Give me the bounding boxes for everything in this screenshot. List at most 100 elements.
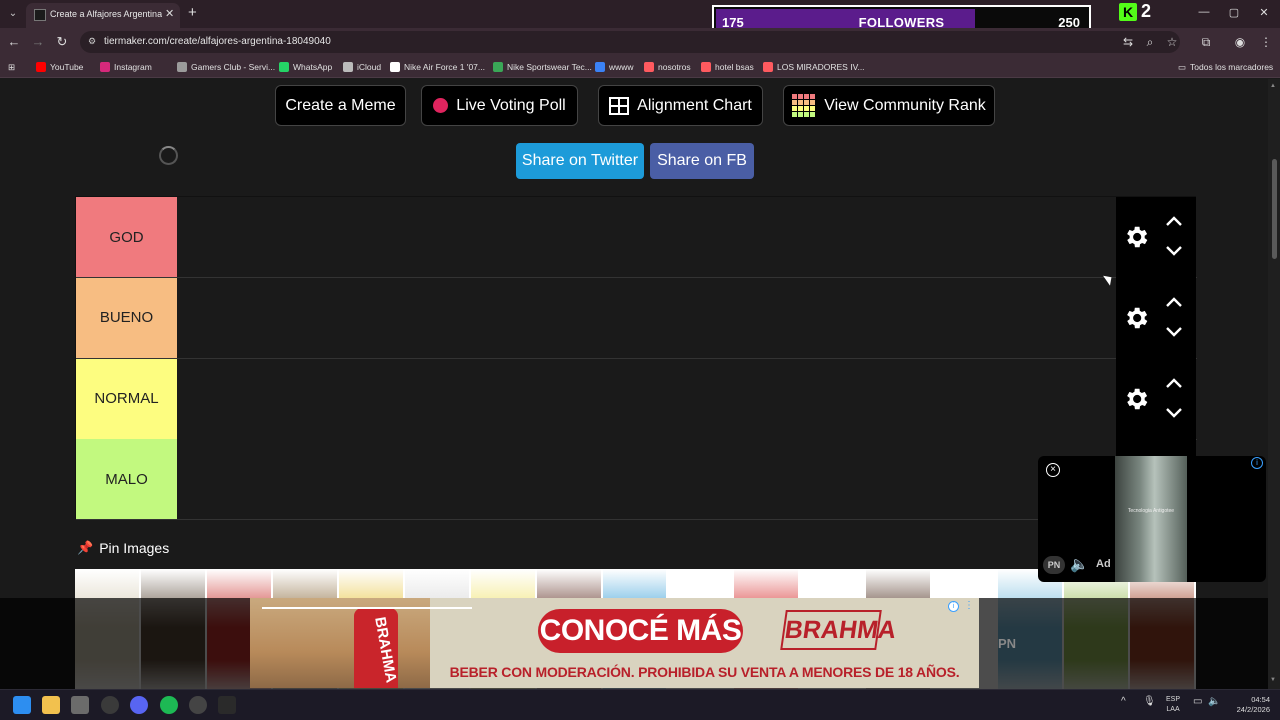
steam-icon[interactable]	[189, 696, 207, 714]
bookmark-item[interactable]: nosotros	[644, 60, 691, 74]
move-tier-down-icon[interactable]	[1164, 324, 1184, 340]
bookmark-item[interactable]: WhatsApp	[279, 60, 332, 74]
tier-settings-gear-icon[interactable]	[1122, 304, 1150, 332]
input-language[interactable]: ESP LAA	[1166, 695, 1180, 715]
tier-row: MALO	[76, 439, 1197, 521]
airbnb-icon	[701, 62, 711, 72]
move-tier-up-icon[interactable]	[1164, 294, 1184, 310]
back-arrow-icon[interactable]: ←	[6, 34, 22, 50]
loading-spinner-icon	[159, 146, 178, 165]
epic-games-icon[interactable]	[218, 696, 236, 714]
bookmark-item[interactable]: Gamers Club - Servi...	[177, 60, 275, 74]
tier-label[interactable]: BUENO	[76, 277, 177, 358]
windows-taskbar: ^ 🎙 ESP LAA ▭ 🔈 04:54 24/2/2026	[0, 689, 1280, 720]
windows-start-icon[interactable]	[13, 696, 31, 714]
close-ad-icon[interactable]: ×	[1046, 463, 1060, 477]
new-tab-button[interactable]: +	[188, 4, 197, 21]
scrollbar-thumb[interactable]	[1272, 159, 1277, 259]
alignment-chart-label: Alignment Chart	[637, 96, 752, 114]
banner-disclaimer: BEBER CON MODERACIÓN. PROHIBIDA SU VENTA…	[449, 664, 960, 680]
view-community-rank-button[interactable]: View Community Rank	[783, 85, 995, 126]
nike-icon	[390, 62, 400, 72]
brahma-logo: BRAHMA	[780, 610, 898, 650]
move-tier-up-icon[interactable]	[1164, 375, 1184, 391]
forward-arrow-icon[interactable]: →	[30, 34, 46, 50]
discord-icon[interactable]	[130, 696, 148, 714]
tier-label[interactable]: MALO	[76, 439, 177, 520]
tier-drop-zone[interactable]	[177, 358, 1116, 439]
tier-drop-zone[interactable]	[177, 439, 1116, 520]
brahma-banner-ad[interactable]: BRAHMA CONOCÉ MÁS BRAHMA BEBER CON MODER…	[250, 598, 979, 688]
tier-drop-zone[interactable]	[177, 197, 1116, 277]
move-tier-down-icon[interactable]	[1164, 243, 1184, 259]
share-fb-button[interactable]: Share on FB	[650, 143, 754, 179]
active-tab[interactable]: Create a Alfajores Argentina Tier ✕	[26, 3, 180, 28]
translate-icon[interactable]: ⇆	[1120, 35, 1136, 49]
extensions-icon[interactable]: ⧉	[1198, 35, 1214, 50]
page-scrollbar[interactable]: ▲ ▼	[1268, 79, 1280, 689]
speaker-icon[interactable]: 🔈	[1070, 555, 1089, 573]
bookmark-item[interactable]: Nike Air Force 1 '07...	[390, 60, 485, 74]
address-bar[interactable]: ⚙ tiermaker.com/create/alfajores-argenti…	[80, 31, 1180, 53]
tier-label[interactable]: NORMAL	[76, 358, 177, 439]
system-clock[interactable]: 04:54 24/2/2026	[1222, 695, 1270, 715]
profile-avatar-icon[interactable]: ◉	[1232, 35, 1248, 49]
bookmark-item[interactable]: wwww	[595, 60, 634, 74]
video-ad-overlay[interactable]: Tecnologia Antigotee × i PN 🔈 Ad	[1038, 456, 1266, 582]
pin-images-heading[interactable]: 📌 Pin Images	[77, 540, 169, 556]
live-voting-poll-button[interactable]: Live Voting Poll	[421, 85, 578, 126]
bookmark-item[interactable]: hotel bsas	[701, 60, 754, 74]
bookmark-item[interactable]: Instagram	[100, 60, 152, 74]
banner-info-icon[interactable]: i	[948, 601, 959, 612]
tier-row: NORMAL	[76, 358, 1197, 440]
volume-icon[interactable]: 🔈	[1208, 696, 1220, 707]
tier-settings-gear-icon[interactable]	[1122, 385, 1150, 413]
tier-label[interactable]: GOD	[76, 197, 177, 277]
chrome-icon[interactable]	[101, 696, 119, 714]
bookmark-item[interactable]: Nike Sportswear Tec...	[493, 60, 592, 74]
bookmark-label: iCloud	[357, 62, 382, 72]
banner-menu-icon[interactable]: ⋮	[964, 600, 974, 611]
whatsapp-icon	[279, 62, 289, 72]
file-explorer-icon[interactable]	[42, 696, 60, 714]
tab-close-icon[interactable]: ✕	[165, 7, 174, 20]
site-info-icon[interactable]: ⚙	[88, 36, 100, 48]
maximize-button[interactable]: ▢	[1224, 6, 1244, 19]
share-twitter-button[interactable]: Share on Twitter	[516, 143, 644, 179]
minimize-button[interactable]: —	[1194, 6, 1214, 18]
tier-settings-gear-icon[interactable]	[1122, 223, 1150, 251]
tray-chevron-icon[interactable]: ^	[1121, 696, 1126, 707]
tiermaker-favicon-icon	[34, 9, 46, 21]
move-tier-up-icon[interactable]	[1164, 213, 1184, 229]
bookmark-item[interactable]: YouTube	[36, 60, 83, 74]
spotify-icon[interactable]	[160, 696, 178, 714]
video-ad-frame[interactable]	[1115, 456, 1187, 582]
side-pn-badge: PN	[998, 636, 1017, 651]
url-text[interactable]: tiermaker.com/create/alfajores-argentina…	[104, 36, 331, 47]
bookmark-star-icon[interactable]: ☆	[1164, 35, 1180, 49]
globe-icon	[595, 62, 605, 72]
banner-cta-button[interactable]: CONOCÉ MÁS	[538, 609, 743, 653]
network-icon[interactable]: ▭	[1193, 696, 1202, 707]
create-meme-button[interactable]: Create a Meme	[275, 85, 406, 126]
pin-images-label: Pin Images	[99, 540, 170, 556]
alignment-chart-button[interactable]: Alignment Chart	[598, 85, 763, 126]
scroll-up-icon[interactable]: ▲	[1270, 83, 1276, 89]
scroll-down-icon[interactable]: ▼	[1270, 677, 1276, 683]
ad-info-icon[interactable]: i	[1251, 457, 1263, 469]
bookmark-item[interactable]: iCloud	[343, 60, 381, 74]
tab-search-icon[interactable]: ⌄	[4, 5, 22, 23]
language-code: ESP	[1166, 696, 1181, 703]
tier-drop-zone[interactable]	[177, 277, 1116, 358]
all-bookmarks-button[interactable]: ▭ Todos los marcadores	[1178, 60, 1273, 74]
store-icon[interactable]	[71, 696, 89, 714]
window-close-button[interactable]: ✕	[1254, 6, 1274, 19]
apps-grid-icon[interactable]: ⊞	[8, 60, 15, 74]
browser-menu-icon[interactable]: ⋮	[1258, 35, 1274, 49]
move-tier-down-icon[interactable]	[1164, 405, 1184, 421]
pushpin-icon: 📌	[77, 540, 94, 555]
microphone-icon[interactable]: 🎙	[1143, 696, 1156, 707]
zoom-icon[interactable]: ⌕	[1142, 35, 1158, 50]
reload-icon[interactable]: ↻	[54, 34, 70, 50]
bookmark-item[interactable]: LOS MIRADORES IV...	[763, 60, 865, 74]
